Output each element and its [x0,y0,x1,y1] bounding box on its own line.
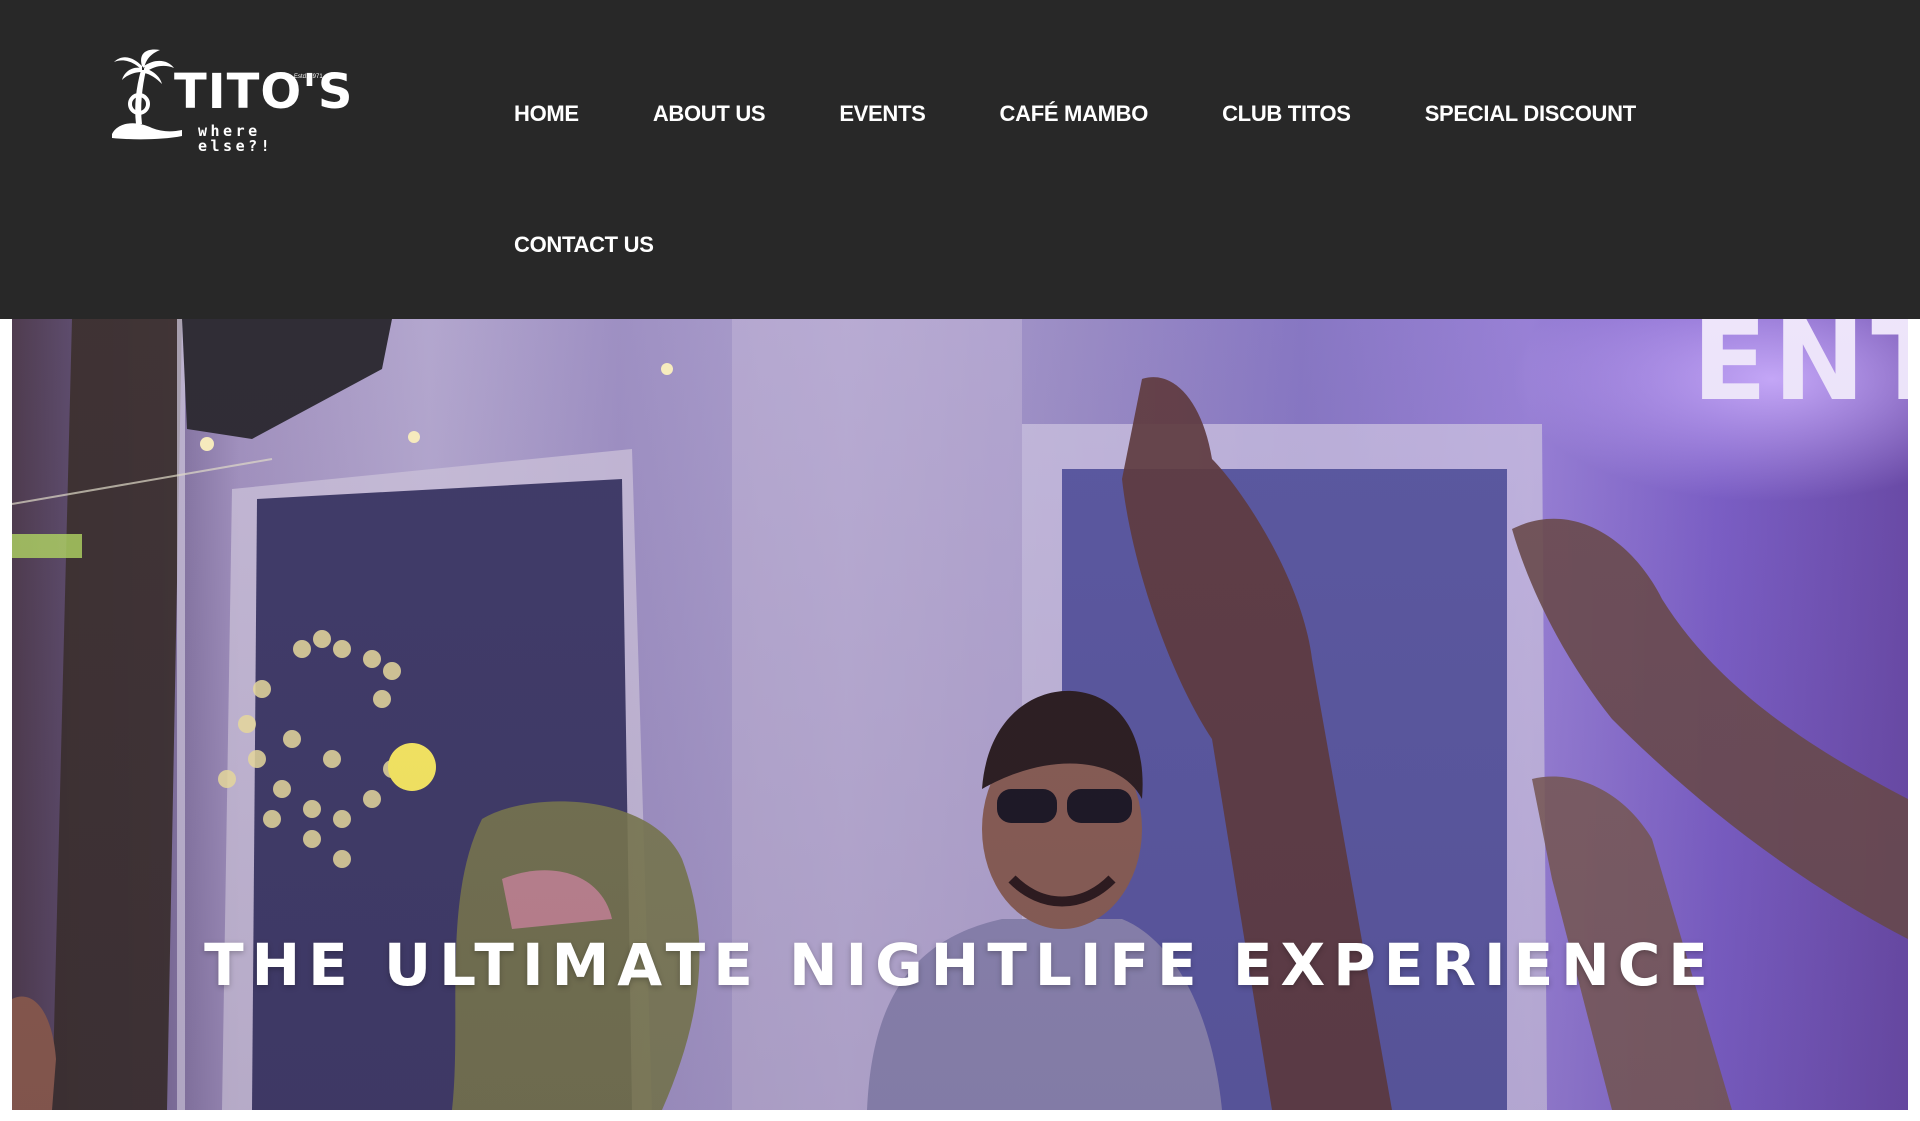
logo-established: Estd. 1971 [294,74,323,80]
hero-title: THE ULTIMATE NIGHTLIFE EXPERIENCE [204,931,1716,999]
main-nav: HOME ABOUT US EVENTS CAFÉ MAMBO CLUB TIT… [514,90,1684,269]
logo-tagline: where else?! [198,122,274,155]
site-header: TITO'S Estd. 1971 where else?! HOME ABOU… [0,0,1920,319]
nav-item-events[interactable]: EVENTS [839,90,926,138]
nav-item-club-titos[interactable]: CLUB TITOS [1222,90,1351,138]
hero-banner: ENT THE ULTIMATE NIGHTLIFE EXPERIENCE [12,319,1908,1110]
nav-item-about-us[interactable]: ABOUT US [653,90,766,138]
nav-item-contact-us[interactable]: CONTACT US [514,221,654,269]
titos-logo[interactable]: TITO'S Estd. 1971 where else?! [112,48,352,154]
nav-item-special-discount[interactable]: SPECIAL DISCOUNT [1425,90,1636,138]
nav-item-home[interactable]: HOME [514,90,579,138]
nav-row-secondary: CONTACT US [514,221,1684,269]
nav-row-primary: HOME ABOUT US EVENTS CAFÉ MAMBO CLUB TIT… [514,90,1684,138]
nav-item-cafe-mambo[interactable]: CAFÉ MAMBO [1000,90,1149,138]
logo-wordmark: TITO'S [174,64,354,120]
